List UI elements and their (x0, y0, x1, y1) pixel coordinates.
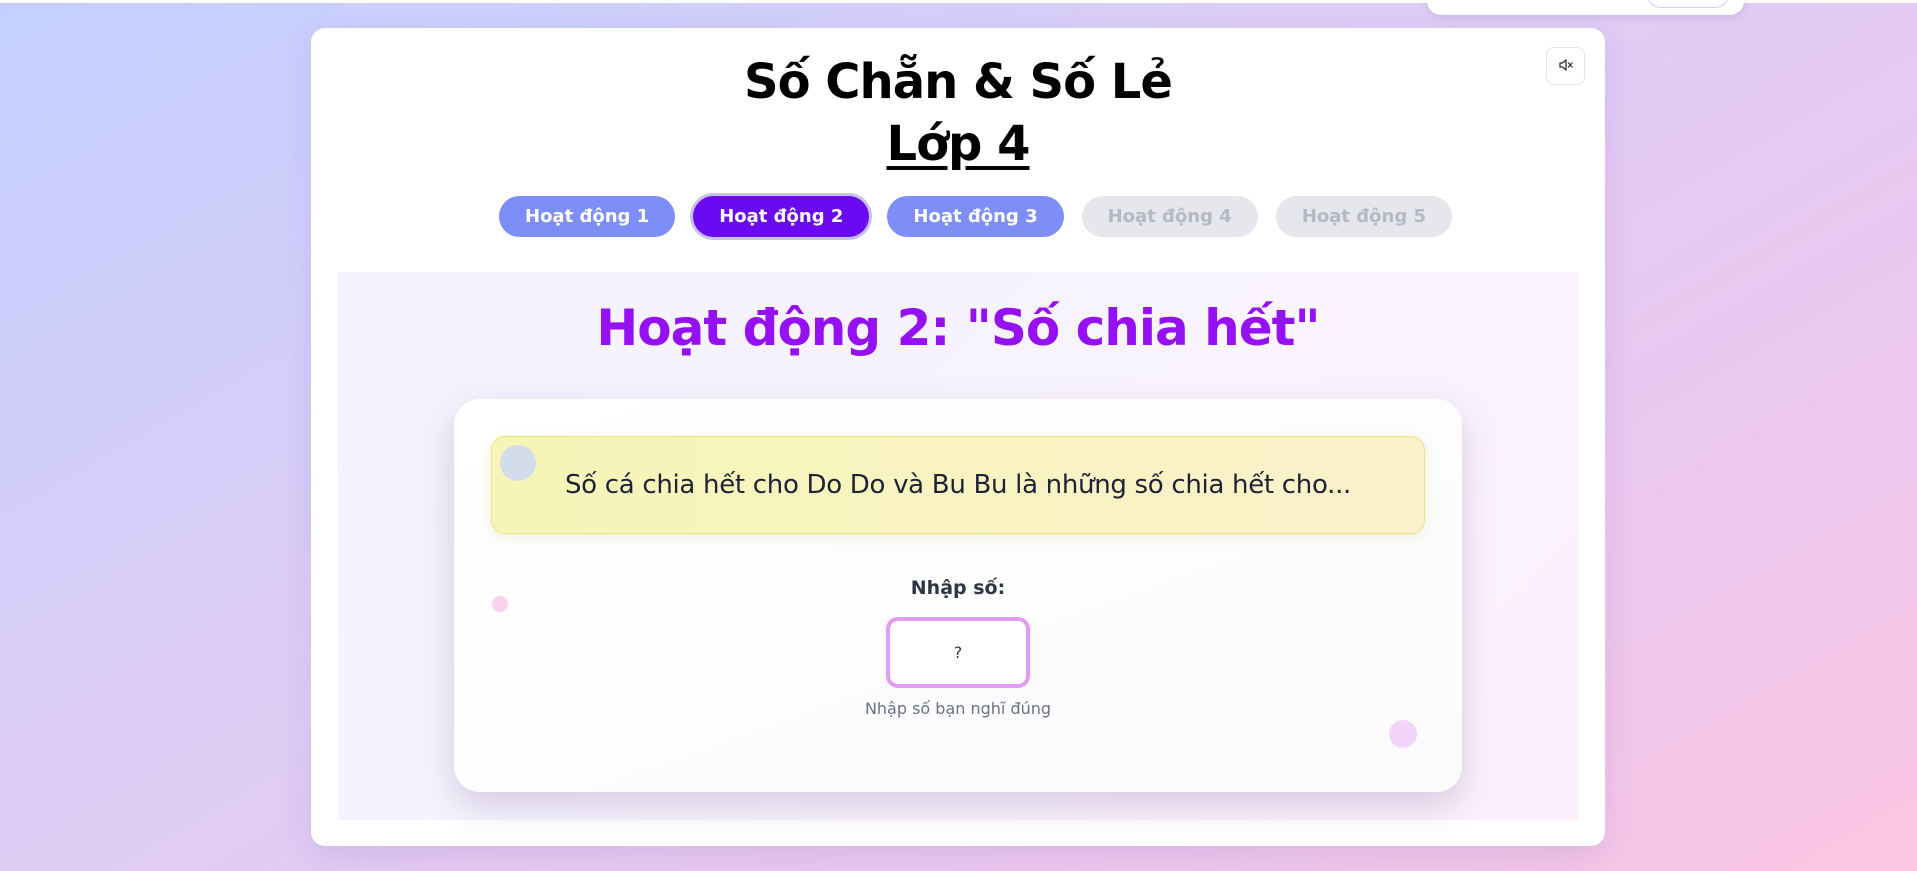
activity-tabs: Hoạt động 1 Hoạt động 2 Hoạt động 3 Hoạt… (499, 196, 1453, 237)
tab-activity-5: Hoạt động 5 (1275, 196, 1453, 237)
answer-input[interactable] (886, 617, 1030, 688)
grade-subtitle: Lớp 4 (886, 116, 1030, 172)
decorative-bubble (1389, 720, 1417, 748)
tab-activity-4: Hoạt động 4 (1081, 196, 1258, 237)
tab-activity-2[interactable]: Hoạt động 2 (693, 196, 870, 237)
decorative-bubble (500, 445, 536, 481)
answer-input-label: Nhập số: (910, 577, 1006, 599)
answer-input-hint: Nhập số bạn nghĩ đúng (864, 699, 1052, 718)
popup-pill-button[interactable] (1647, 0, 1729, 8)
activity-title: Hoạt động 2: "Số chia hết" (596, 299, 1320, 357)
top-popup-partial (1427, 0, 1744, 15)
tab-activity-3[interactable]: Hoạt động 3 (887, 196, 1064, 237)
question-box: Số cá chia hết cho Do Do và Bu Bu là nhữ… (491, 436, 1425, 534)
question-text: Số cá chia hết cho Do Do và Bu Bu là nhữ… (564, 470, 1352, 500)
page-title: Số Chẵn & Số Lẻ (744, 54, 1173, 110)
tab-activity-1[interactable]: Hoạt động 1 (499, 196, 676, 237)
